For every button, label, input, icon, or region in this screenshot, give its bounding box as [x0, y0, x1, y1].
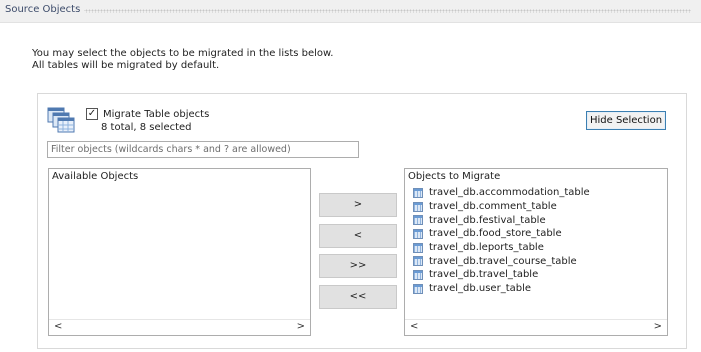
list-item-label: travel_db.user_table [429, 283, 532, 295]
table-icon [413, 228, 423, 239]
migrate-tables-checkbox[interactable]: ✓ [86, 108, 98, 120]
selection-count: 8 total, 8 selected [101, 122, 192, 133]
remove-button[interactable]: < [319, 224, 397, 248]
list-item[interactable]: travel_db.travel_course_table [413, 254, 590, 268]
table-icon [413, 283, 423, 294]
table-icon [413, 187, 423, 198]
list-item-label: travel_db.food_store_table [429, 228, 562, 240]
table-icon [413, 215, 423, 226]
list-item-label: travel_db.accommodation_table [429, 187, 590, 199]
available-hscrollbar[interactable]: < > [49, 319, 310, 335]
list-item[interactable]: travel_db.user_table [413, 282, 590, 296]
list-item[interactable]: travel_db.food_store_table [413, 227, 590, 241]
scroll-left-icon[interactable]: < [54, 321, 62, 332]
intro-line-2: All tables will be migrated by default. [32, 60, 220, 71]
list-item[interactable]: travel_db.accommodation_table [413, 186, 590, 200]
filter-objects-input[interactable]: Filter objects (wildcards chars * and ? … [47, 141, 359, 158]
available-objects-title: Available Objects [52, 171, 139, 182]
migrate-items: travel_db.accommodation_table travel_db.… [413, 186, 590, 296]
add-button[interactable]: > [319, 193, 397, 217]
table-icon [413, 242, 423, 253]
table-icon [413, 256, 423, 267]
scroll-left-icon[interactable]: < [410, 321, 418, 332]
objects-to-migrate-title: Objects to Migrate [408, 171, 501, 182]
scroll-right-icon[interactable]: > [654, 321, 662, 332]
hide-selection-button[interactable]: Hide Selection [586, 111, 666, 130]
migrate-hscrollbar[interactable]: < > [405, 319, 667, 335]
list-item-label: travel_db.leports_table [429, 242, 544, 254]
remove-all-button[interactable]: << [319, 285, 397, 309]
intro-line-1: You may select the objects to be migrate… [32, 48, 334, 59]
list-item[interactable]: travel_db.travel_table [413, 268, 590, 282]
intro-text: You may select the objects to be migrate… [32, 48, 333, 72]
list-item-label: travel_db.comment_table [429, 201, 557, 213]
list-item-label: travel_db.travel_table [429, 269, 539, 281]
table-group-icon [47, 107, 75, 133]
section-header: Source Objects [0, 0, 701, 23]
available-objects-list[interactable]: Available Objects < > [48, 168, 311, 336]
header-divider [70, 9, 691, 13]
objects-to-migrate-list[interactable]: Objects to Migrate travel_db.accommodati… [404, 168, 668, 336]
add-all-button[interactable]: >> [319, 254, 397, 278]
list-item-label: travel_db.festival_table [429, 214, 546, 226]
table-icon [413, 269, 423, 280]
migrate-tables-label: Migrate Table objects [103, 108, 210, 120]
list-item[interactable]: travel_db.leports_table [413, 241, 590, 255]
table-icon [413, 201, 423, 212]
migrate-tables-checkbox-row[interactable]: ✓ Migrate Table objects [86, 108, 209, 120]
list-item[interactable]: travel_db.comment_table [413, 200, 590, 214]
scroll-right-icon[interactable]: > [297, 321, 305, 332]
list-item[interactable]: travel_db.festival_table [413, 213, 590, 227]
list-item-label: travel_db.travel_course_table [429, 255, 577, 267]
section-title: Source Objects [5, 4, 85, 15]
